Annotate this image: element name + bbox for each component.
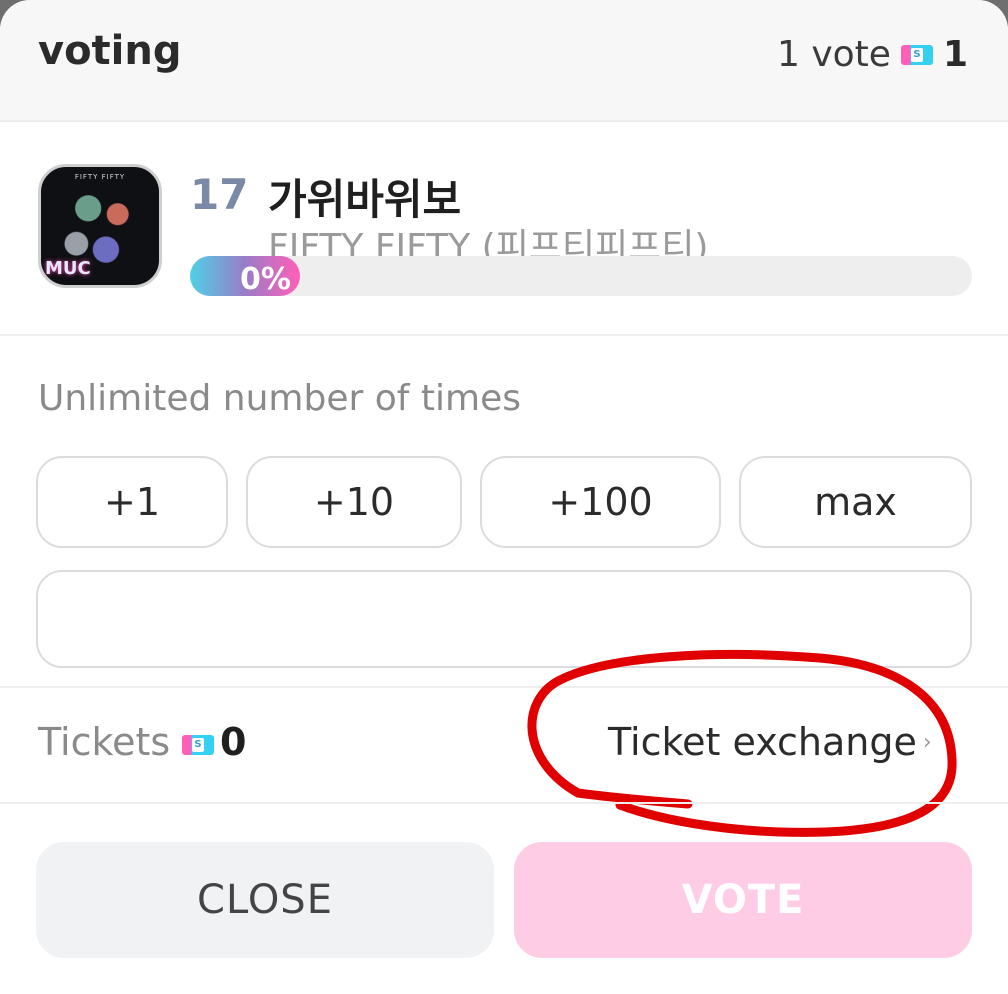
- ticket-icon: S: [900, 44, 933, 65]
- add-10-button[interactable]: +10: [246, 456, 462, 548]
- vote-limit-text: Unlimited number of times: [38, 378, 521, 419]
- tickets-label: Tickets: [38, 720, 171, 764]
- add-100-button[interactable]: +100: [480, 456, 721, 548]
- chevron-right-icon: ›: [922, 729, 932, 755]
- ticket-exchange-link[interactable]: Ticket exchange ›: [608, 720, 932, 764]
- ticket-exchange-label: Ticket exchange: [608, 720, 917, 764]
- vote-balance-count: 1: [942, 34, 968, 75]
- close-button[interactable]: CLOSE: [36, 842, 494, 958]
- divider: [0, 802, 1008, 804]
- max-button[interactable]: max: [739, 456, 972, 548]
- header: voting 1 vote S 1: [0, 0, 1008, 122]
- album-cover: FIFTY FIFTY MUC: [38, 164, 162, 288]
- album-cover-text: MUC: [45, 258, 91, 279]
- vote-button[interactable]: VOTE: [514, 842, 972, 958]
- rank-number: 17: [190, 170, 249, 219]
- vote-balance-label: 1 vote: [776, 34, 891, 75]
- page-title: voting: [38, 28, 182, 74]
- divider: [0, 686, 1008, 688]
- add-1-button[interactable]: +1: [36, 456, 228, 548]
- ticket-icon: S: [182, 735, 214, 755]
- vote-amount-input[interactable]: [36, 570, 972, 668]
- album-cover-title: FIFTY FIFTY: [74, 173, 126, 181]
- vote-progress-label: 0%: [240, 262, 291, 297]
- vote-balance: 1 vote S 1: [777, 34, 968, 75]
- tickets-count: 0: [220, 720, 247, 764]
- vote-progress-bar: 0%: [190, 256, 972, 297]
- song-item: FIFTY FIFTY MUC 17 가위바위보 FIFTY FIFTY (피프…: [0, 122, 1008, 336]
- voting-sheet: voting 1 vote S 1 FIFTY FIFTY MUC 17 가위바…: [0, 0, 1008, 994]
